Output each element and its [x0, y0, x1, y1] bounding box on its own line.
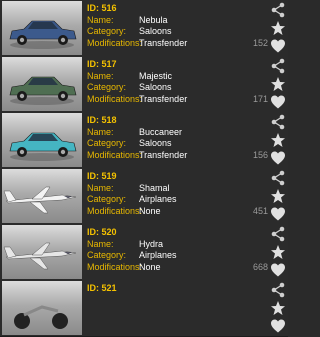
vehicle-category-label: Category: [87, 26, 127, 36]
vehicle-thumbnail[interactable] [2, 1, 82, 55]
vehicle-info: ID: 517 Name: Majestic Category: Saloons Modi… [87, 59, 257, 105]
vehicle-name: Shamal [139, 182, 170, 193]
vehicle-category-label: Category: [87, 82, 127, 92]
vehicle-modifications-label: Modifications: [87, 93, 143, 104]
share-icon[interactable] [270, 170, 286, 186]
star-icon[interactable] [270, 20, 286, 36]
vehicle-modifications: Transfender [139, 93, 188, 104]
heart-icon[interactable] [270, 262, 286, 278]
vehicle-modifications-label: Modifications: [87, 205, 143, 216]
star-icon[interactable] [270, 188, 286, 204]
vehicle-thumbnail[interactable] [2, 225, 82, 279]
vehicle-id: ID: 519 [87, 171, 117, 181]
vehicle-modifications-label: Modifications: [87, 37, 143, 48]
vehicle-info: ID: 518 Name: Buccaneer Category: Saloons Mod… [87, 115, 257, 161]
share-icon[interactable] [270, 114, 286, 130]
favorite-count: 451 [252, 206, 268, 216]
share-icon[interactable] [270, 58, 286, 74]
star-icon[interactable] [270, 300, 286, 316]
favorite-count: 152 [252, 38, 268, 48]
vehicle-info: ID: 516 Name: Nebula Category: Saloons Modifi… [87, 3, 257, 49]
share-icon[interactable] [270, 226, 286, 242]
heart-icon[interactable] [270, 150, 286, 166]
vehicle-modifications: None [139, 261, 161, 272]
vehicle-name-label: Name: [87, 70, 114, 81]
vehicle-category-label: Category: [87, 250, 127, 260]
vehicle-id: ID: 518 [87, 115, 117, 125]
heart-icon[interactable] [270, 206, 286, 222]
vehicle-modifications: Transfender [139, 149, 188, 160]
vehicle-name-label: Name: [87, 14, 114, 25]
vehicle-name: Buccaneer [139, 126, 183, 137]
vehicle-modifications-label: Modifications: [87, 149, 143, 160]
favorite-count: 171 [252, 94, 268, 104]
vehicle-modifications: Transfender [139, 37, 188, 48]
vehicle-id: ID: 517 [87, 59, 117, 69]
star-icon[interactable] [270, 76, 286, 92]
heart-icon[interactable] [270, 94, 286, 110]
vehicle-category-label: Category: [87, 194, 127, 204]
vehicle-id: ID: 520 [87, 227, 117, 237]
heart-icon[interactable] [270, 318, 286, 334]
vehicle-info: ID: 521 [87, 283, 257, 295]
vehicle-thumbnail[interactable] [2, 113, 82, 167]
list-item[interactable]: ID: 517 Name: Majestic Category: Saloons Modi… [0, 56, 288, 113]
vehicle-name-label: Name: [87, 238, 114, 249]
vehicle-name: Majestic [139, 70, 173, 81]
vehicle-name-label: Name: [87, 182, 114, 193]
favorite-count: 668 [252, 262, 268, 272]
vehicle-name: Hydra [139, 238, 164, 249]
list-item[interactable]: ID: 519 Name: Shamal Category: Airplanes Modi… [0, 168, 288, 225]
vehicle-category: Airplanes [139, 194, 177, 204]
favorite-count: 156 [252, 150, 268, 160]
vehicle-category: Airplanes [139, 250, 177, 260]
vehicle-info: ID: 519 Name: Shamal Category: Airplanes Modi… [87, 171, 257, 217]
list-item[interactable]: ID: 516 Name: Nebula Category: Saloons Modifi… [0, 0, 288, 57]
vehicle-category-label: Category: [87, 138, 127, 148]
vehicle-modifications-label: Modifications: [87, 261, 143, 272]
vehicle-thumbnail[interactable] [2, 281, 82, 335]
vehicle-category: Saloons [139, 82, 172, 92]
vehicle-name-label: Name: [87, 126, 114, 137]
vehicle-info: ID: 520 Name: Hydra Category: Airplanes Modif… [87, 227, 257, 273]
vehicle-thumbnail[interactable] [2, 57, 82, 111]
vehicle-category: Saloons [139, 138, 172, 148]
vehicle-id: ID: 516 [87, 3, 117, 13]
vehicle-name: Nebula [139, 14, 168, 25]
share-icon[interactable] [270, 282, 286, 298]
list-item[interactable]: ID: 518 Name: Buccaneer Category: Saloons Mod… [0, 112, 288, 169]
share-icon[interactable] [270, 2, 286, 18]
vehicle-id: ID: 521 [87, 283, 117, 293]
star-icon[interactable] [270, 132, 286, 148]
list-item[interactable]: ID: 520 Name: Hydra Category: Airplanes Modif… [0, 224, 288, 281]
list-item[interactable]: ID: 521 [0, 280, 288, 337]
star-icon[interactable] [270, 244, 286, 260]
vehicle-modifications: None [139, 205, 161, 216]
vehicle-category: Saloons [139, 26, 172, 36]
heart-icon[interactable] [270, 38, 286, 54]
vehicle-thumbnail[interactable] [2, 169, 82, 223]
